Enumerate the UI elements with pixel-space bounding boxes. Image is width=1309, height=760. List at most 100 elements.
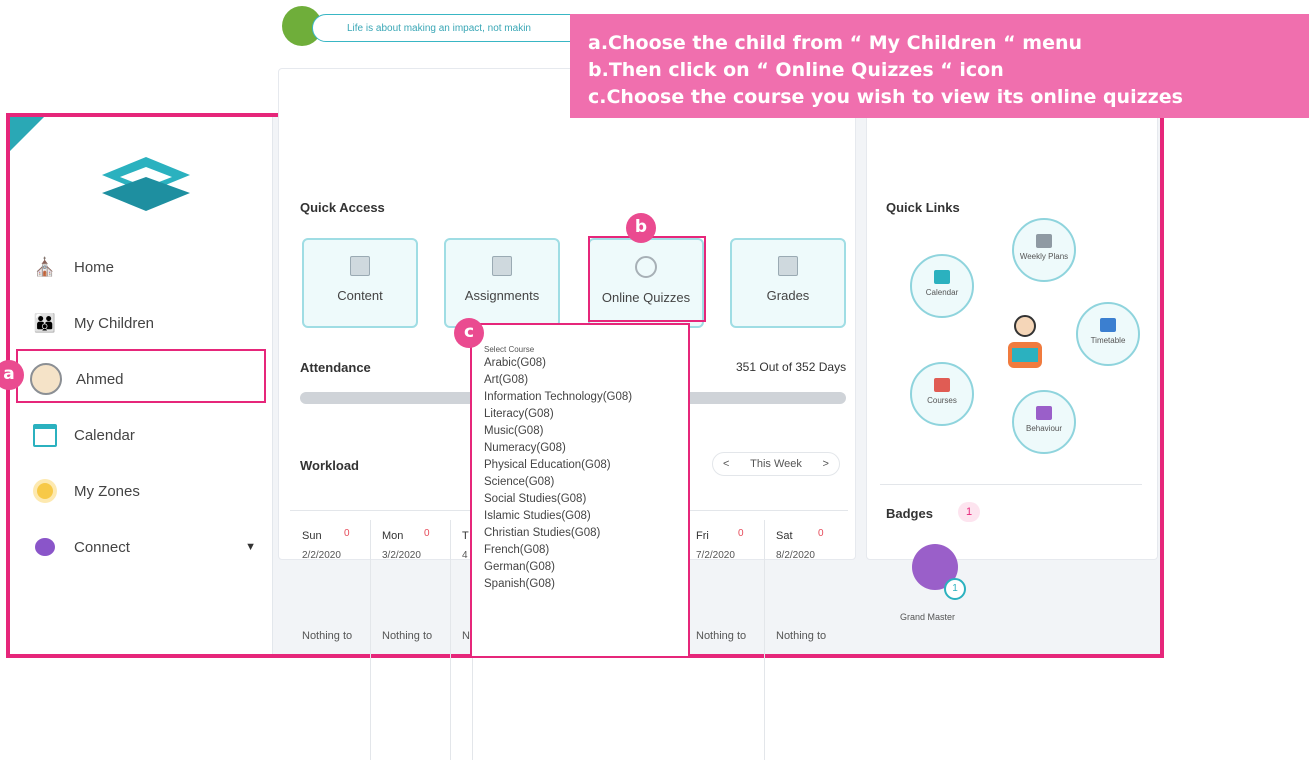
course-option[interactable]: Music(G08)	[484, 423, 688, 440]
day-date: 4	[462, 550, 468, 561]
day-name: Fri	[696, 530, 709, 542]
course-option[interactable]: Numeracy(G08)	[484, 440, 688, 457]
connect-icon	[30, 532, 60, 562]
course-option[interactable]: Social Studies(G08)	[484, 491, 688, 508]
workload-day: Sun 0 2/2/2020 Nothing to	[292, 520, 371, 760]
chevron-down-icon[interactable]: ▼	[245, 541, 256, 553]
previous-week-button[interactable]: <	[723, 458, 729, 470]
sidebar-item-my-children[interactable]: 👪 My Children	[30, 305, 260, 341]
quick-link-weekly-plans[interactable]: Weekly Plans	[1012, 218, 1076, 282]
quick-access-content[interactable]: Content	[302, 238, 418, 328]
behaviour-icon	[1036, 406, 1052, 420]
course-option[interactable]: French(G08)	[484, 542, 688, 559]
course-option[interactable]: Literacy(G08)	[484, 406, 688, 423]
day-name: Sat	[776, 530, 793, 542]
quick-link-label: Calendar	[925, 288, 959, 297]
quick-access-title: Quick Access	[300, 200, 385, 215]
sidebar-item-my-zones[interactable]: My Zones	[30, 473, 260, 509]
workload-day: Sat 0 8/2/2020 Nothing to	[766, 520, 844, 760]
sidebar-item-label: My Zones	[74, 482, 140, 500]
day-count: 0	[738, 528, 744, 539]
attendance-summary: 351 Out of 352 Days	[736, 360, 847, 374]
instruction-step-c: c.Choose the course you wish to view its…	[588, 86, 1183, 108]
course-option[interactable]: Science(G08)	[484, 474, 688, 491]
calendar-icon	[934, 270, 950, 284]
course-select-label: Select Course	[484, 345, 535, 354]
quick-link-label: Timetable	[1090, 336, 1126, 345]
content-icon	[350, 256, 370, 276]
course-option[interactable]: Physical Education(G08)	[484, 457, 688, 474]
quick-access-grades[interactable]: Grades	[730, 238, 846, 328]
course-option[interactable]: Islamic Studies(G08)	[484, 508, 688, 525]
day-empty-text: N	[462, 630, 470, 642]
attendance-title: Attendance	[300, 360, 371, 375]
quick-link-timetable[interactable]: Timetable	[1076, 302, 1140, 366]
zones-icon	[30, 476, 60, 506]
sidebar-item-label: Home	[74, 258, 115, 276]
badge-name: Grand Master	[900, 612, 956, 622]
divider	[880, 484, 1142, 485]
badges-count: 1	[958, 502, 980, 522]
day-empty-text: Nothing to	[776, 630, 827, 642]
grades-icon	[778, 256, 798, 276]
day-empty-text: Nothing to	[302, 630, 353, 642]
timetable-icon	[1100, 318, 1116, 332]
sidebar-item-label: My Children	[74, 314, 155, 332]
quick-link-label: Behaviour	[1025, 424, 1063, 433]
highlight-online-quizzes	[588, 236, 706, 322]
sidebar-item-calendar[interactable]: Calendar	[30, 417, 260, 453]
day-count: 0	[344, 528, 350, 539]
day-count: 0	[818, 528, 824, 539]
tile-label: Content	[337, 288, 383, 303]
highlight-ahmed	[16, 349, 266, 403]
course-option[interactable]: German(G08)	[484, 559, 688, 576]
children-icon: 👪	[33, 312, 57, 333]
tile-label: Grades	[766, 288, 810, 303]
instruction-step-a: a.Choose the child from “ My Children “ …	[588, 32, 1083, 54]
day-date: 3/2/2020	[382, 550, 421, 561]
day-name: Mon	[382, 530, 404, 542]
course-select-dropdown[interactable]: Select Course Arabic(G08) Art(G08) Infor…	[470, 323, 690, 658]
home-icon: ⛪	[33, 256, 57, 277]
tile-label: Assignments	[464, 288, 540, 303]
course-option[interactable]: Information Technology(G08)	[484, 389, 688, 406]
quick-links-title: Quick Links	[886, 200, 960, 215]
badge-level: 1	[944, 578, 966, 600]
quick-access-assignments[interactable]: Assignments	[444, 238, 560, 328]
instruction-step-b: b.Then click on “ Online Quizzes “ icon	[588, 59, 1004, 81]
day-empty-text: Nothing to	[696, 630, 747, 642]
day-name: T	[462, 530, 469, 542]
course-option[interactable]: Art(G08)	[484, 372, 688, 389]
day-empty-text: Nothing to	[382, 630, 433, 642]
quick-link-label: Courses	[927, 396, 957, 405]
sidebar-item-home[interactable]: ⛪ Home	[30, 249, 260, 285]
quick-link-calendar[interactable]: Calendar	[910, 254, 974, 318]
workload-title: Workload	[300, 458, 359, 473]
workload-day: Mon 0 3/2/2020 Nothing to	[372, 520, 451, 760]
courses-icon	[934, 378, 950, 392]
callout-b: b	[626, 213, 656, 243]
quick-link-label: Weekly Plans	[1019, 252, 1069, 261]
instruction-banner: a.Choose the child from “ My Children “ …	[570, 14, 1309, 118]
day-date: 2/2/2020	[302, 550, 341, 561]
student-reading-icon	[1008, 315, 1042, 368]
next-week-button[interactable]: >	[823, 458, 829, 470]
day-date: 8/2/2020	[776, 550, 815, 561]
logo-icon	[102, 157, 190, 211]
course-option[interactable]: Arabic(G08)	[484, 355, 688, 372]
quick-link-courses[interactable]: Courses	[910, 362, 974, 426]
day-date: 7/2/2020	[696, 550, 735, 561]
sidebar-item-label: Connect	[74, 538, 130, 556]
weekly-plans-icon	[1036, 234, 1052, 248]
corner-ribbon	[10, 117, 44, 151]
course-option[interactable]: Christian Studies(G08)	[484, 525, 688, 542]
calendar-icon	[30, 420, 60, 450]
sidebar-item-label: Calendar	[74, 426, 135, 444]
week-selector[interactable]: < This Week >	[712, 452, 840, 476]
quick-link-behaviour[interactable]: Behaviour	[1012, 390, 1076, 454]
sidebar-item-connect[interactable]: Connect ▼	[30, 529, 260, 565]
day-count: 0	[424, 528, 430, 539]
workload-day: Fri 0 7/2/2020 Nothing to	[686, 520, 765, 760]
course-option[interactable]: Spanish(G08)	[484, 576, 688, 593]
assignments-icon	[492, 256, 512, 276]
